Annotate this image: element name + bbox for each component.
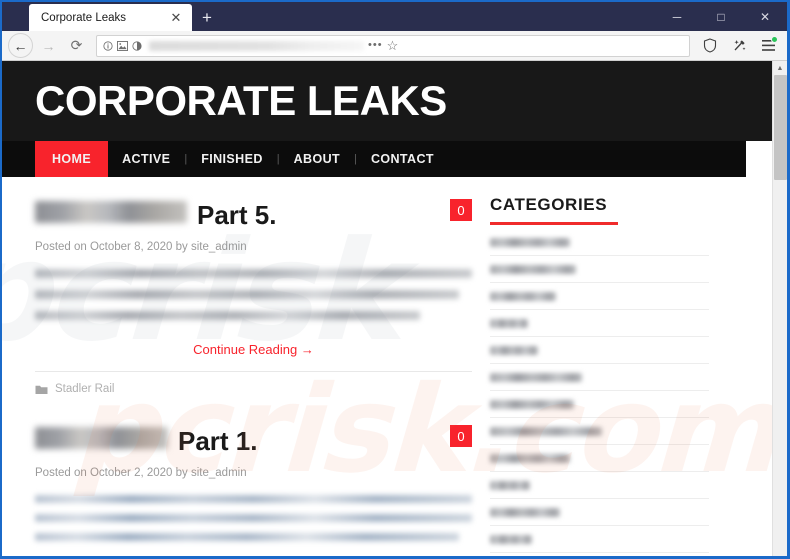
category-list-item[interactable]	[490, 526, 709, 553]
category-label-redacted	[490, 481, 530, 490]
post-item: Part 1. 0 Posted on October 2, 2020 by s…	[35, 421, 472, 554]
post-title-suffix: Part 1.	[178, 425, 258, 456]
comment-count-badge[interactable]: 0	[450, 425, 472, 447]
redacted-line	[35, 533, 459, 541]
window-controls: ─ □ ✕	[655, 2, 787, 31]
redacted-line	[35, 514, 472, 522]
category-list-item[interactable]	[490, 553, 709, 556]
nav-item-active[interactable]: ACTIVE	[108, 141, 184, 177]
contrast-icon[interactable]	[132, 40, 142, 51]
post-title[interactable]: Part 1.	[35, 425, 258, 456]
url-text-redacted[interactable]	[149, 40, 364, 51]
tab-strip: Corporate Leaks ✕ +	[2, 2, 222, 31]
category-list	[490, 229, 709, 556]
category-label-redacted	[490, 508, 560, 517]
nav-item-finished[interactable]: FINISHED	[187, 141, 277, 177]
web-page: pcrisk pcrisk.com CORPORATE LEAKS HOME A…	[2, 61, 772, 556]
post-title-redacted	[35, 426, 168, 449]
category-label-redacted	[490, 400, 574, 409]
post-title[interactable]: Part 5.	[35, 199, 277, 230]
category-label-redacted	[490, 427, 602, 436]
category-list-item[interactable]	[490, 310, 709, 337]
tab-close-icon[interactable]: ✕	[168, 11, 184, 24]
category-label-redacted	[490, 265, 576, 274]
post-item: Part 5. 0 Posted on October 8, 2020 by s…	[35, 195, 472, 397]
page-viewport: pcrisk pcrisk.com CORPORATE LEAKS HOME A…	[2, 61, 787, 556]
browser-window: Corporate Leaks ✕ + ─ □ ✕ ← → ⟳ ••• ☆ pc…	[0, 0, 790, 559]
site-navigation: HOME ACTIVE | FINISHED | ABOUT | CONTACT	[2, 141, 746, 177]
sidebar-heading: CATEGORIES	[490, 195, 608, 214]
post-title-suffix: Part 5.	[197, 199, 277, 230]
new-tab-button[interactable]: +	[192, 9, 222, 31]
post-meta: Posted on October 8, 2020 by site_admin	[35, 241, 247, 253]
category-list-item[interactable]	[490, 499, 709, 526]
post-footer: Stadler Rail	[35, 371, 472, 395]
close-window-button[interactable]: ✕	[743, 2, 787, 31]
category-label-redacted	[490, 292, 556, 301]
comment-count-badge[interactable]: 0	[450, 199, 472, 221]
update-badge	[771, 35, 778, 43]
post-list: Part 5. 0 Posted on October 8, 2020 by s…	[2, 177, 472, 556]
more-actions-icon[interactable]: •••	[368, 40, 383, 51]
redacted-line	[35, 311, 420, 320]
address-bar[interactable]: ••• ☆	[96, 34, 690, 57]
category-list-item[interactable]	[490, 391, 709, 418]
browser-toolbar: ← → ⟳ ••• ☆	[2, 31, 787, 61]
browser-tab[interactable]: Corporate Leaks ✕	[29, 4, 192, 31]
page-scrollbar[interactable]: ▲	[772, 61, 787, 556]
tab-title: Corporate Leaks	[41, 11, 127, 24]
category-label-redacted	[490, 373, 582, 382]
scroll-up-arrow[interactable]: ▲	[773, 61, 787, 75]
category-list-item[interactable]	[490, 256, 709, 283]
menu-icon[interactable]	[755, 33, 781, 59]
post-meta: Posted on October 2, 2020 by site_admin	[35, 467, 247, 479]
continue-reading-link[interactable]: Continue Reading →	[35, 342, 472, 357]
nav-item-about[interactable]: ABOUT	[280, 141, 354, 177]
category-list-item[interactable]	[490, 418, 709, 445]
redacted-line	[35, 290, 459, 299]
sidebar-heading-underline	[490, 222, 618, 225]
nav-item-home[interactable]: HOME	[35, 141, 109, 177]
post-title-redacted	[35, 200, 187, 223]
category-list-item[interactable]	[490, 472, 709, 499]
category-label-redacted	[490, 346, 538, 355]
redacted-line	[35, 495, 472, 503]
post-header: Part 5. 0	[35, 195, 472, 233]
category-label-redacted	[490, 238, 570, 247]
sidebar: CATEGORIES	[472, 177, 727, 556]
reload-button[interactable]: ⟳	[64, 33, 89, 58]
category-list-item[interactable]	[490, 445, 709, 472]
post-excerpt-redacted	[35, 495, 472, 541]
category-label-redacted	[490, 319, 528, 328]
scrollbar-thumb[interactable]	[774, 75, 787, 180]
maximize-button[interactable]: □	[699, 2, 743, 31]
sparkle-icon[interactable]	[726, 33, 752, 59]
browser-titlebar: Corporate Leaks ✕ + ─ □ ✕	[2, 2, 787, 31]
bookmark-star-icon[interactable]: ☆	[387, 39, 399, 52]
post-category-link[interactable]: Stadler Rail	[55, 383, 114, 395]
category-list-item[interactable]	[490, 364, 709, 391]
category-list-item[interactable]	[490, 283, 709, 310]
minimize-button[interactable]: ─	[655, 2, 699, 31]
forward-button[interactable]: →	[36, 33, 61, 58]
nav-item-contact[interactable]: CONTACT	[357, 141, 448, 177]
site-title: CORPORATE LEAKS	[35, 77, 447, 124]
category-label-redacted	[490, 535, 532, 544]
image-icon[interactable]	[117, 40, 128, 51]
post-header: Part 1. 0	[35, 421, 472, 459]
info-icon[interactable]	[103, 40, 113, 51]
post-excerpt-redacted	[35, 269, 472, 320]
category-list-item[interactable]	[490, 229, 709, 256]
category-list-item[interactable]	[490, 337, 709, 364]
shield-icon[interactable]	[697, 33, 723, 59]
redacted-line	[35, 269, 472, 278]
back-button[interactable]: ←	[8, 33, 33, 58]
page-content: Part 5. 0 Posted on October 8, 2020 by s…	[2, 177, 772, 556]
category-label-redacted	[490, 454, 570, 463]
site-header: CORPORATE LEAKS	[2, 61, 772, 141]
folder-icon	[35, 384, 48, 395]
